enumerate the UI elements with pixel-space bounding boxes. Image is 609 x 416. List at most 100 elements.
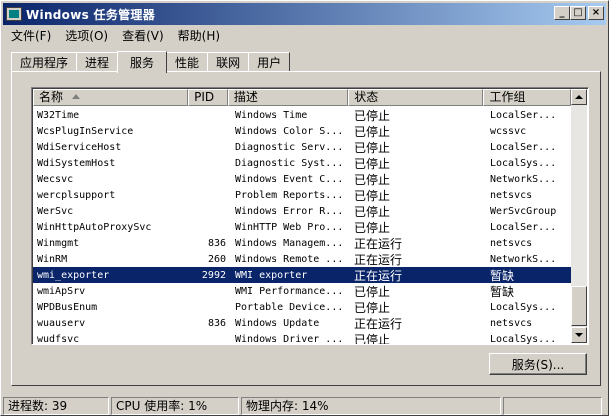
tab-services[interactable]: 服务 bbox=[117, 51, 168, 73]
service-name-cell: Winmgmt bbox=[37, 237, 80, 249]
table-row[interactable]: WinRM 260 Windows Remote ... 正在运行 NetworkS..… bbox=[33, 251, 571, 267]
maximize-button[interactable]: □ bbox=[570, 6, 586, 20]
vertical-scrollbar[interactable] bbox=[571, 89, 587, 343]
task-manager-app-icon bbox=[6, 7, 22, 21]
table-row[interactable]: wmi_exporter 2992 WMI exporter 正在运行 暂缺 bbox=[33, 267, 571, 283]
service-status-cell: 已停止 bbox=[354, 204, 391, 219]
service-description-cell: Diagnostic Syst... bbox=[235, 157, 344, 169]
menu-file[interactable]: 文件(F) bbox=[3, 27, 57, 44]
service-group-cell: LocalSer... bbox=[490, 109, 557, 121]
service-status-cell: 正在运行 bbox=[354, 316, 403, 331]
service-description-cell: Diagnostic Serv... bbox=[235, 141, 344, 153]
service-status-cell: 正在运行 bbox=[354, 268, 403, 283]
service-pid-cell: 260 bbox=[207, 253, 226, 265]
service-name-cell: wuauserv bbox=[37, 317, 86, 329]
service-group-cell: LocalSys... bbox=[490, 157, 557, 169]
service-status-cell: 正在运行 bbox=[354, 236, 403, 251]
tab-processes[interactable]: 进程 bbox=[76, 52, 119, 72]
services-button[interactable]: 服务(S)... bbox=[489, 353, 587, 375]
table-row[interactable]: WPDBusEnum Portable Device... 已停止 LocalSys.… bbox=[33, 299, 571, 315]
scroll-up-button[interactable] bbox=[571, 89, 587, 105]
service-group-cell: NetworkS... bbox=[490, 253, 557, 265]
menu-help[interactable]: 帮助(H) bbox=[170, 27, 226, 44]
service-status-cell: 已停止 bbox=[354, 108, 391, 123]
menu-view[interactable]: 查看(V) bbox=[114, 27, 170, 44]
status-cpu-usage: CPU 使用率: 1% bbox=[111, 397, 239, 415]
service-name-cell: wmiApSrv bbox=[37, 285, 86, 297]
table-row[interactable]: WcsPlugInService Windows Color S... 已停止 wcs… bbox=[33, 123, 571, 139]
status-empty-pane bbox=[503, 397, 602, 415]
service-status-cell: 已停止 bbox=[354, 156, 391, 171]
table-row[interactable]: W32Time Windows Time 已停止 LocalSer... bbox=[33, 107, 571, 123]
service-name-cell: wudfsvc bbox=[37, 333, 80, 345]
service-description-cell: Windows Time bbox=[235, 109, 308, 121]
list-body: W32Time Windows Time 已停止 LocalSer... WcsPlug… bbox=[33, 107, 571, 345]
service-pid-cell: 2992 bbox=[201, 269, 226, 281]
service-name-cell: wmi_exporter bbox=[37, 269, 110, 281]
tab-users[interactable]: 用户 bbox=[248, 52, 291, 72]
service-description-cell: WMI exporter bbox=[235, 269, 308, 281]
table-row[interactable]: Winmgmt 836 Windows Managem... 正在运行 netsvcs bbox=[33, 235, 571, 251]
status-process-count: 进程数: 39 bbox=[3, 397, 109, 415]
service-group-cell: LocalSer... bbox=[490, 221, 557, 233]
service-name-cell: Wecsvc bbox=[37, 173, 74, 185]
table-row[interactable]: Wecsvc Windows Event C... 已停止 NetworkS... bbox=[33, 171, 571, 187]
service-status-cell: 已停止 bbox=[354, 124, 391, 139]
column-header-description[interactable]: 描述 bbox=[227, 89, 349, 106]
service-status-cell: 已停止 bbox=[354, 172, 391, 187]
service-description-cell: Windows Driver ... bbox=[235, 333, 344, 345]
service-description-cell: WinHTTP Web Pro... bbox=[235, 221, 344, 233]
tab-strip: 应用程序 进程 服务 性能 联网 用户 bbox=[11, 50, 291, 73]
minimize-button[interactable]: _ bbox=[554, 6, 570, 20]
table-row[interactable]: WdiSystemHost Diagnostic Syst... 已停止 LocalS… bbox=[33, 155, 571, 171]
table-row[interactable]: wuauserv 836 Windows Update 正在运行 netsvcs bbox=[33, 315, 571, 331]
service-group-cell: LocalSys... bbox=[490, 333, 557, 345]
service-description-cell: Portable Device... bbox=[235, 301, 344, 313]
table-row[interactable]: WinHttpAutoProxySvc WinHTTP Web Pro... 已停止… bbox=[33, 219, 571, 235]
menu-bar: 文件(F) 选项(O) 查看(V) 帮助(H) bbox=[3, 26, 226, 44]
column-header-pid[interactable]: PID bbox=[188, 89, 228, 106]
table-row[interactable]: wudfsvc Windows Driver ... 已停止 LocalSys... bbox=[33, 331, 571, 345]
service-description-cell: Windows Managem... bbox=[235, 237, 344, 249]
status-memory-usage: 物理内存: 14% bbox=[241, 397, 501, 415]
table-row[interactable]: WdiServiceHost Diagnostic Serv... 已停止 Local… bbox=[33, 139, 571, 155]
close-button[interactable]: × bbox=[588, 6, 604, 20]
title-bar[interactable]: Windows 任务管理器 _ □ × bbox=[3, 3, 606, 25]
table-row[interactable]: wmiApSrv WMI Performance... 已停止 暂缺 bbox=[33, 283, 571, 299]
service-group-cell: netsvcs bbox=[490, 189, 533, 201]
column-header-group[interactable]: 工作组 bbox=[483, 89, 571, 106]
scroll-down-button[interactable] bbox=[571, 327, 587, 343]
service-status-cell: 正在运行 bbox=[354, 252, 403, 267]
column-header-name[interactable]: 名称 bbox=[33, 89, 189, 106]
service-name-cell: WcsPlugInService bbox=[37, 125, 134, 137]
service-group-cell: 暂缺 bbox=[490, 284, 515, 299]
column-header-status[interactable]: 状态 bbox=[348, 89, 484, 106]
service-pid-cell: 836 bbox=[207, 237, 226, 249]
window-controls: _ □ × bbox=[554, 6, 604, 20]
sort-ascending-arrow-icon bbox=[72, 94, 80, 99]
service-group-cell: WerSvcGroup bbox=[490, 205, 557, 217]
service-status-cell: 已停止 bbox=[354, 188, 391, 203]
service-name-cell: WPDBusEnum bbox=[37, 301, 98, 313]
service-group-cell: 暂缺 bbox=[490, 268, 515, 283]
tab-applications[interactable]: 应用程序 bbox=[11, 52, 78, 72]
service-description-cell: WMI Performance... bbox=[235, 285, 344, 297]
tab-performance[interactable]: 性能 bbox=[166, 52, 209, 72]
table-row[interactable]: wercplsupport Problem Reports... 已停止 netsvc… bbox=[33, 187, 571, 203]
menu-options[interactable]: 选项(O) bbox=[57, 27, 114, 44]
list-header: 名称 PID 描述 状态 工作组 bbox=[33, 89, 571, 106]
service-name-cell: WinHttpAutoProxySvc bbox=[37, 221, 152, 233]
table-row[interactable]: WerSvc Windows Error R... 已停止 WerSvcGroup bbox=[33, 203, 571, 219]
tab-networking[interactable]: 联网 bbox=[207, 52, 250, 72]
scroll-thumb[interactable] bbox=[571, 286, 587, 326]
service-pid-cell: 836 bbox=[207, 317, 226, 329]
service-description-cell: Windows Remote ... bbox=[235, 253, 344, 265]
service-description-cell: Windows Color S... bbox=[235, 125, 344, 137]
service-status-cell: 已停止 bbox=[354, 284, 391, 299]
services-list[interactable]: 名称 PID 描述 状态 工作组 W32Time Windows Time 已停止 L… bbox=[31, 87, 589, 345]
service-name-cell: WinRM bbox=[37, 253, 68, 265]
service-description-cell: Problem Reports... bbox=[235, 189, 344, 201]
service-name-cell: WerSvc bbox=[37, 205, 74, 217]
service-status-cell: 已停止 bbox=[354, 220, 391, 235]
service-name-cell: WdiServiceHost bbox=[37, 141, 122, 153]
